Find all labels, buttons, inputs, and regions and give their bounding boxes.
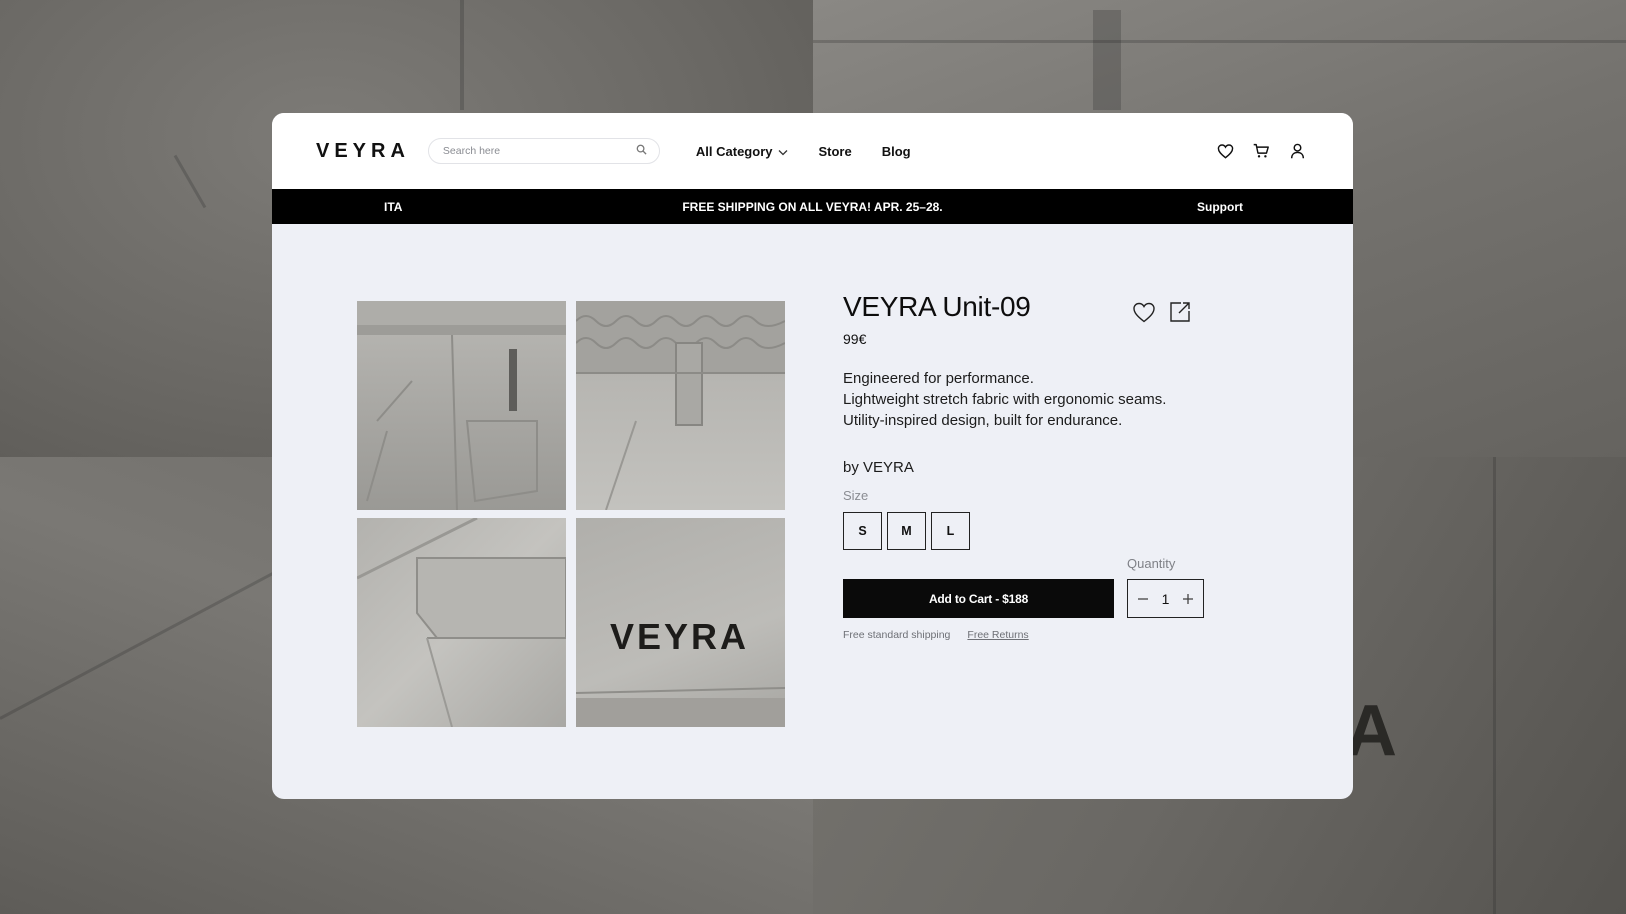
product-image-front[interactable] [357, 301, 566, 510]
product-gallery: VEYRA [357, 301, 785, 727]
cart-icon[interactable] [1251, 141, 1271, 161]
description-line: Utility-inspired design, built for endur… [843, 412, 1123, 429]
description-line: Lightweight stretch fabric with ergonomi… [843, 391, 1167, 408]
size-option-s[interactable]: S [843, 512, 882, 550]
size-selector: S M L [843, 512, 1203, 550]
brand-logo[interactable]: VEYRA [316, 140, 410, 163]
background-logo-fragment: A [1345, 691, 1401, 771]
user-icon[interactable] [1287, 141, 1307, 161]
product-page-card: VEYRA All Category Store Blog [272, 113, 1353, 799]
product-info: VEYRA Unit-09 99€ Engineered for perform… [843, 291, 1203, 550]
quantity-value[interactable]: 1 [1162, 591, 1170, 607]
heart-icon[interactable] [1215, 141, 1235, 161]
nav-store[interactable]: Store [818, 144, 851, 159]
size-option-l[interactable]: L [931, 512, 970, 550]
product-image-pocket[interactable] [357, 518, 566, 727]
support-link[interactable]: Support [1197, 200, 1243, 214]
nav-all-category[interactable]: All Category [696, 144, 789, 159]
minus-icon[interactable] [1136, 592, 1150, 606]
nav-blog[interactable]: Blog [882, 144, 911, 159]
description-line: Engineered for performance. [843, 370, 1034, 387]
free-returns-link[interactable]: Free Returns [967, 629, 1028, 641]
search-input[interactable] [442, 145, 636, 157]
quantity-label: Quantity [1127, 556, 1176, 571]
search-bar[interactable] [427, 138, 660, 164]
size-label: Size [843, 488, 869, 503]
search-icon[interactable] [636, 142, 647, 160]
quantity-stepper: 1 [1127, 579, 1204, 618]
product-description: Engineered for performance. Lightweight … [843, 368, 1203, 431]
product-image-waistband[interactable] [576, 301, 785, 510]
promo-text: FREE SHIPPING ON ALL VEYRA! APR. 25–28. [682, 199, 943, 214]
header-actions [1215, 113, 1307, 189]
size-option-m[interactable]: M [887, 512, 926, 550]
product-brand: by VEYRA [843, 459, 914, 476]
product-actions [1131, 299, 1193, 325]
product-price: 99€ [843, 331, 867, 347]
shipping-info: Free standard shipping Free Returns [843, 629, 1029, 641]
nav-all-category-label: All Category [695, 143, 773, 159]
heart-icon[interactable] [1131, 299, 1157, 325]
add-to-cart-button[interactable]: Add to Cart - $188 [843, 579, 1114, 618]
plus-icon[interactable] [1181, 592, 1195, 606]
product-image-logo-detail[interactable]: VEYRA [576, 518, 785, 727]
share-icon[interactable] [1167, 299, 1193, 325]
chevron-down-icon [778, 144, 788, 159]
navbar: VEYRA All Category Store Blog [272, 113, 1353, 189]
shipping-note: Free standard shipping [843, 629, 951, 641]
promo-banner: ITA FREE SHIPPING ON ALL VEYRA! APR. 25–… [272, 189, 1353, 224]
